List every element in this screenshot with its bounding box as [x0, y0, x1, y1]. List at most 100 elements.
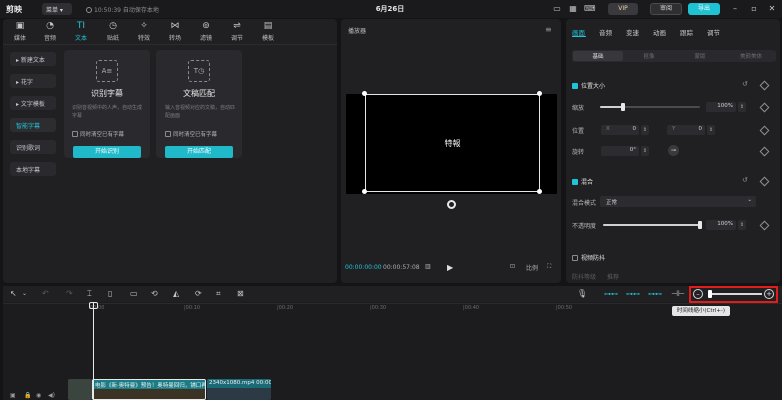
volume-icon[interactable]: ◀)	[48, 392, 55, 399]
position-x-field[interactable]: X0	[601, 125, 639, 135]
rotate-handle-icon[interactable]	[447, 200, 456, 209]
video-clip-thumbnail[interactable]	[68, 379, 92, 400]
start-match-button[interactable]: 开始匹配	[165, 146, 233, 158]
playhead[interactable]	[93, 303, 94, 400]
zoom-out-icon[interactable]: –	[693, 289, 703, 299]
sub-tab-beauty[interactable]: 美颜美体	[726, 52, 776, 60]
tab-speed[interactable]: 变速	[626, 27, 639, 37]
sidebar-item-text-template[interactable]: ▸ 文字模板	[10, 96, 56, 110]
tab-media[interactable]: ▣ 媒体	[6, 21, 34, 43]
reverse-icon[interactable]: ⟲	[151, 289, 158, 298]
rotate-dial-icon[interactable]: ⊸	[668, 145, 679, 156]
image-icon[interactable]: ⊠	[237, 289, 244, 298]
position-y-field[interactable]: Y0	[667, 125, 705, 135]
keyboard-icon[interactable]: ⌨	[584, 4, 596, 14]
review-button[interactable]: 审阅	[650, 3, 682, 15]
menu-icon[interactable]: ≡	[545, 25, 552, 34]
resize-handle[interactable]	[537, 91, 542, 96]
tab-tracking[interactable]: 跟踪	[680, 27, 693, 37]
scale-slider-knob[interactable]	[621, 103, 625, 111]
play-icon[interactable]: ▶	[447, 263, 453, 272]
video-clip-selected[interactable]: 电影《新·奥特曼》预告！奥特曼回归，铺口再现 剧集	[92, 379, 206, 400]
vip-badge[interactable]: VIP	[608, 3, 638, 15]
resize-handle[interactable]	[362, 91, 367, 96]
cursor-select-icon[interactable]: ↖	[10, 289, 17, 298]
tab-audio[interactable]: ◔ 音频	[36, 21, 64, 43]
chevron-down-icon[interactable]: ⌄	[22, 290, 27, 297]
minimize-icon[interactable]: –	[730, 4, 740, 14]
tab-audio-prop[interactable]: 音频	[599, 27, 612, 37]
microphone-icon[interactable]: 🎙	[577, 289, 587, 298]
checkbox-icon[interactable]	[72, 131, 78, 137]
opacity-slider-knob[interactable]	[698, 221, 702, 229]
stepper-icon[interactable]: ⇕	[738, 102, 746, 112]
ratio-button[interactable]: 比例	[526, 263, 538, 272]
zoom-in-icon[interactable]: +	[764, 289, 774, 299]
monitor-icon[interactable]: ▭	[552, 4, 562, 14]
checkbox-icon[interactable]	[165, 131, 171, 137]
resize-handle[interactable]	[537, 189, 542, 194]
undo-icon[interactable]: ↶	[42, 289, 49, 298]
stabilize-section[interactable]: 视频防抖	[572, 253, 605, 262]
scale-value[interactable]: 100%	[706, 102, 736, 112]
magnet-snap-icon[interactable]: ⊶⊷	[626, 290, 640, 298]
tab-template[interactable]: ▤ 模板	[254, 21, 282, 43]
video-clip[interactable]: 2340x1080.mp4 00:00:57	[207, 379, 271, 400]
sub-tab-keying[interactable]: 抠像	[624, 52, 674, 60]
blend-section[interactable]: 混合	[572, 177, 593, 186]
stepper-icon[interactable]: ⇕	[641, 125, 649, 135]
linkage-icon[interactable]: ⊶⊷	[648, 290, 662, 298]
tab-sticker[interactable]: ◷ 贴纸	[99, 21, 127, 43]
zoom-slider-knob[interactable]	[708, 290, 712, 298]
position-size-section[interactable]: 位置大小	[572, 81, 605, 90]
link-main-track-icon[interactable]: ⊶⊷	[604, 290, 618, 298]
menu-button[interactable]: 菜单 ▾	[42, 3, 72, 15]
sidebar-item-local-subtitle[interactable]: 本地字幕	[10, 162, 56, 176]
reset-icon[interactable]: ↺	[742, 176, 748, 184]
eye-icon[interactable]: ◉	[36, 392, 41, 399]
delete-icon[interactable]: ▯	[108, 289, 112, 298]
split-icon[interactable]: ⌶	[87, 289, 92, 299]
playhead-handle[interactable]	[89, 302, 98, 309]
freeze-frame-icon[interactable]: ▭	[130, 289, 138, 298]
reset-icon[interactable]: ↺	[742, 80, 748, 88]
tab-adjust-prop[interactable]: 调节	[707, 27, 720, 37]
rotate-icon[interactable]: ⟳	[195, 289, 202, 298]
sub-tab-basic[interactable]: 基础	[573, 52, 623, 60]
stabilize-level-value[interactable]: 推荐	[607, 272, 619, 281]
redo-icon[interactable]: ↷	[66, 289, 73, 298]
stepper-icon[interactable]: ⇕	[641, 146, 649, 156]
project-title[interactable]: 6月26日	[340, 4, 440, 14]
crop-icon[interactable]: ⌗	[216, 289, 221, 299]
opacity-value[interactable]: 100%	[706, 220, 736, 230]
resize-handle[interactable]	[362, 189, 367, 194]
stepper-icon[interactable]: ⇕	[707, 125, 715, 135]
mirror-icon[interactable]: ◭	[173, 289, 179, 298]
tab-adjust[interactable]: ⇌ 调节	[223, 21, 251, 43]
close-icon[interactable]: ✕	[767, 4, 777, 14]
lock-icon[interactable]: 🔒	[24, 392, 31, 399]
blend-mode-select[interactable]: 正常 ⌄	[600, 196, 756, 207]
fullscreen-icon[interactable]: ⛶	[547, 263, 551, 271]
tab-filter[interactable]: ⊚ 滤镜	[192, 21, 220, 43]
rotate-field[interactable]: 0°	[601, 146, 639, 156]
checkbox-icon[interactable]	[572, 255, 578, 261]
sidebar-item-fancy-text[interactable]: ▸ 花字	[10, 74, 56, 88]
timeline-ruler[interactable]	[3, 303, 782, 304]
start-recognize-button[interactable]: 开始识别	[73, 146, 141, 158]
export-button[interactable]: 导出	[688, 3, 720, 15]
fit-screen-icon[interactable]: ⊡	[510, 263, 515, 270]
zoom-slider[interactable]	[712, 293, 762, 295]
checkbox-checked-icon[interactable]	[572, 83, 578, 89]
tab-animation[interactable]: 动画	[653, 27, 666, 37]
sidebar-item-new-text[interactable]: ▸ 新建文本	[10, 52, 56, 66]
sidebar-item-lyrics[interactable]: 识别歌词	[10, 140, 56, 154]
clear-subtitle-checkbox[interactable]: 同时清空已有字幕	[72, 130, 124, 138]
tab-transition[interactable]: ⋈ 转场	[161, 21, 189, 43]
sub-tab-mask[interactable]: 蒙版	[675, 52, 725, 60]
stepper-icon[interactable]: ⇕	[738, 220, 746, 230]
maximize-icon[interactable]: ▫	[749, 4, 759, 14]
grid-icon[interactable]: ▦	[568, 4, 578, 14]
tab-effects[interactable]: ✧ 特效	[130, 21, 158, 43]
tab-text[interactable]: TI 文本	[67, 21, 95, 43]
